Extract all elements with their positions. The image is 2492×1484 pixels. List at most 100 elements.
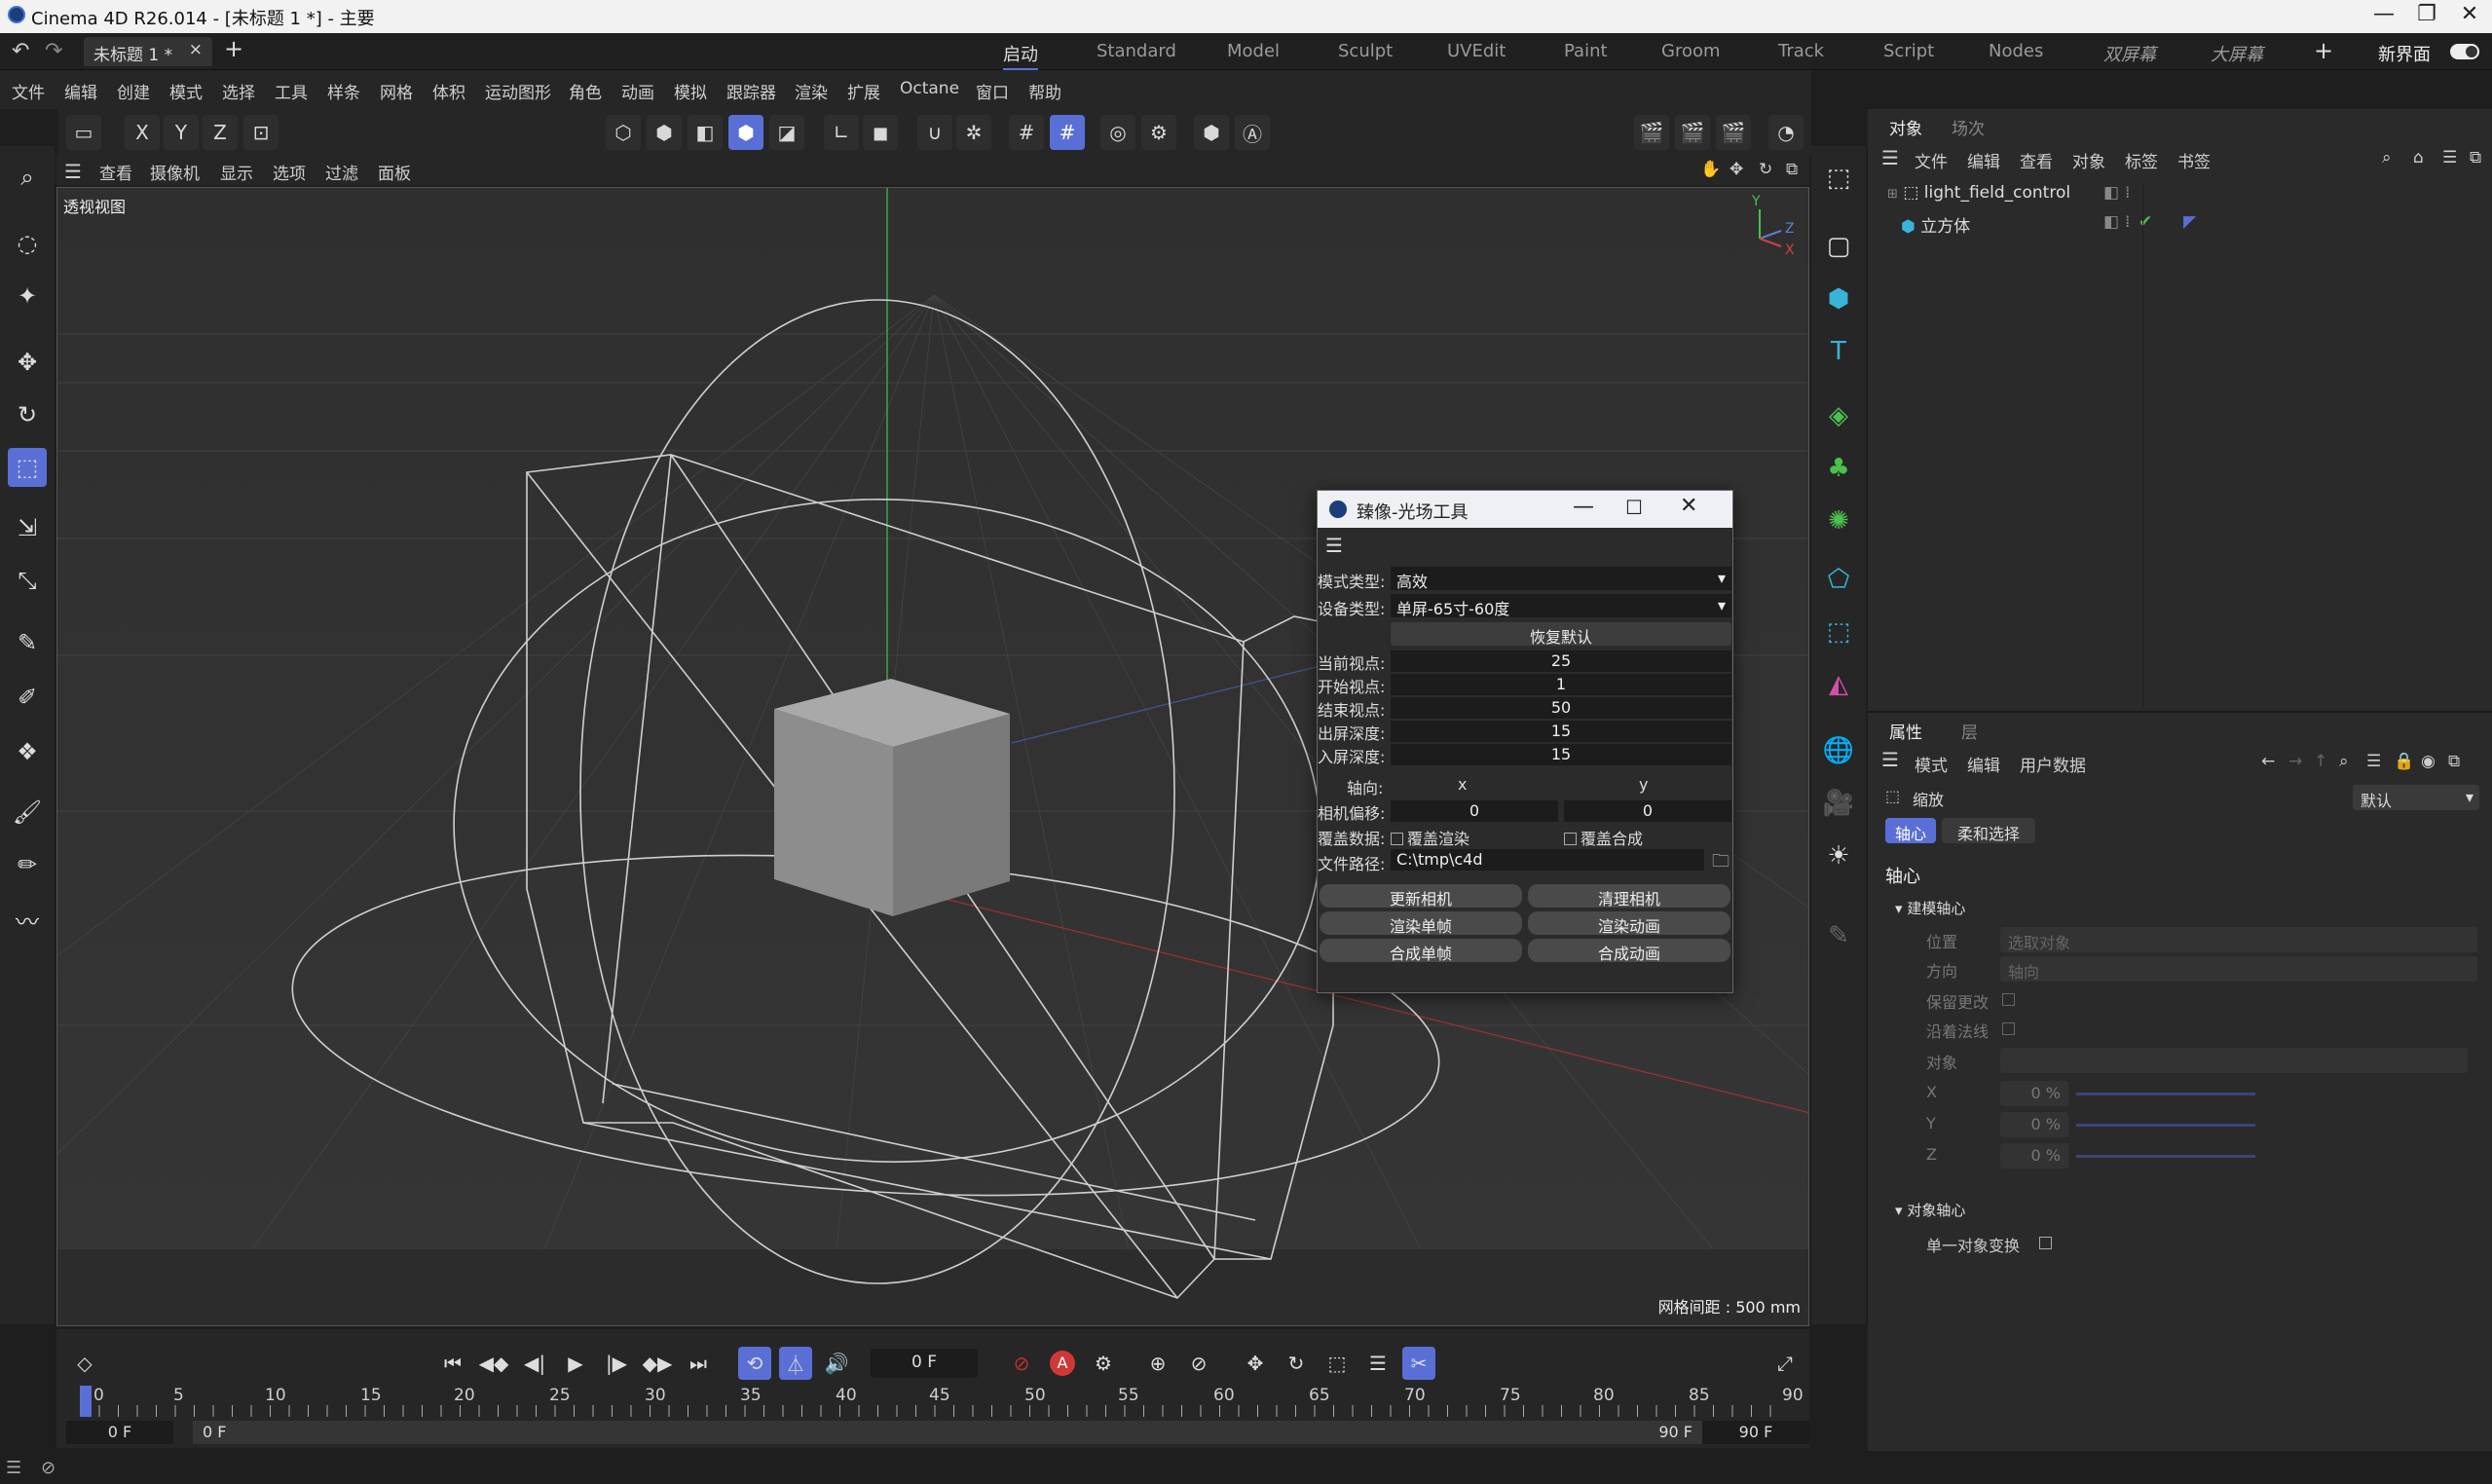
key-mode-icon[interactable]: ⊕	[1141, 1347, 1174, 1380]
z-slider[interactable]	[2076, 1155, 2255, 1158]
object-row-cube[interactable]: ⬢ 立方体 ◧ ⁞ ✔ ◤	[1901, 212, 2196, 237]
render-view-icon[interactable]: 🎬	[1634, 115, 1669, 150]
cube-primitive-icon[interactable]: ⬢	[1818, 278, 1859, 319]
effector-icon[interactable]: ✺	[1818, 501, 1859, 541]
end-frame-field[interactable]: 90 F	[1702, 1421, 1809, 1444]
key-param-icon[interactable]: ☰	[1361, 1347, 1395, 1380]
menu-mesh[interactable]: 网格	[380, 79, 413, 103]
coordinate-system-icon[interactable]: ⊡	[243, 115, 279, 150]
hamburger-icon[interactable]: ☰	[64, 160, 82, 183]
menu-render[interactable]: 渲染	[795, 79, 828, 103]
menu-volume[interactable]: 体积	[432, 79, 465, 103]
render-region-icon[interactable]: ◎	[1100, 115, 1135, 150]
menu-character[interactable]: 角色	[569, 79, 602, 103]
auto-key-icon[interactable]: A	[1046, 1347, 1079, 1380]
workplane-snap-icon[interactable]: #	[1050, 115, 1085, 150]
along-normal-checkbox[interactable]	[2002, 1022, 2015, 1035]
group-object-axis[interactable]: ▾ 对象轴心	[1895, 1200, 1965, 1220]
cloner-icon[interactable]: ❖	[8, 732, 47, 771]
undo-icon[interactable]: ↶	[12, 39, 29, 63]
move-icon[interactable]: ✥	[8, 343, 47, 382]
search-icon[interactable]: ⌕	[2382, 148, 2392, 167]
key-scale-param-icon[interactable]: ⬚	[1320, 1347, 1354, 1380]
pin-icon[interactable]: ◉	[2421, 752, 2436, 771]
tab-axis[interactable]: 轴心	[1885, 818, 1936, 843]
octane-icon[interactable]: ⬢	[1194, 115, 1229, 150]
device-type-select[interactable]: 单屏-65寸-60度 ▾	[1391, 594, 1731, 618]
layout-toggle[interactable]	[2450, 44, 2479, 59]
menu-create[interactable]: 创建	[117, 79, 150, 103]
attributes-menu-edit[interactable]: 编辑	[1967, 752, 2000, 776]
field-icon[interactable]: ◭	[1818, 664, 1859, 705]
key-scale-icon[interactable]: ⊘	[1182, 1347, 1215, 1380]
orbit-icon[interactable]: ↻	[1759, 160, 1772, 179]
dolly-icon[interactable]: ✥	[1730, 160, 1743, 179]
dialog-minimize-button[interactable]: —	[1573, 495, 1594, 519]
light-icon[interactable]: ☀	[1818, 835, 1859, 876]
preview-range-bar[interactable]: 0 F 90 F	[193, 1421, 1702, 1444]
viewport-layout-icon[interactable]: ▭	[66, 115, 101, 150]
forward-arrow-icon[interactable]: →	[2288, 752, 2302, 771]
menu-edit[interactable]: 编辑	[64, 79, 97, 103]
compose-animation-button[interactable]: 合成动画	[1528, 939, 1730, 963]
enabled-check-icon[interactable]: ✔	[2139, 212, 2152, 232]
record-icon[interactable]: ⊘	[1005, 1347, 1038, 1380]
axis-tool-icon[interactable]: ⤡	[8, 561, 47, 600]
mode-type-select[interactable]: 高效 ▾	[1391, 567, 1731, 591]
restore-button[interactable]: ❐	[2407, 2, 2446, 26]
live-selection-icon[interactable]: ◌	[8, 224, 47, 263]
model-mode-icon[interactable]: ⬢	[728, 115, 763, 150]
folder-icon[interactable]: 🗀	[1712, 849, 1730, 878]
redo-icon[interactable]: ↷	[45, 39, 62, 63]
z-value-field[interactable]: 0 %	[2000, 1143, 2068, 1169]
key-position-icon[interactable]: ✥	[1239, 1347, 1272, 1380]
minimize-button[interactable]: —	[2364, 2, 2403, 26]
phong-tag-icon[interactable]: ◤	[2183, 212, 2196, 232]
document-tab[interactable]: 未标题 1 * ×	[84, 37, 212, 66]
scale-icon[interactable]: ⬚	[8, 448, 47, 487]
lock-x-button[interactable]: X	[125, 115, 160, 150]
menu-tools[interactable]: 工具	[275, 79, 308, 103]
edit-icon[interactable]: ✎	[1818, 915, 1859, 956]
workspace-tab[interactable]: Track	[1778, 41, 1824, 61]
viewport-menu-view[interactable]: 查看	[99, 160, 132, 184]
filter-icon[interactable]: ☰	[2442, 148, 2457, 167]
preset-select[interactable]: 默认 ▾	[2353, 785, 2479, 810]
out-depth-field[interactable]: 15	[1391, 721, 1731, 742]
loop-icon[interactable]: ⟲	[738, 1347, 771, 1380]
polygons-mode-icon[interactable]: ◧	[688, 115, 723, 150]
lock-y-button[interactable]: Y	[164, 115, 199, 150]
viewport-menu-filter[interactable]: 过滤	[325, 160, 358, 184]
viewport-menu-panel[interactable]: 面板	[378, 160, 411, 184]
start-viewpoint-field[interactable]: 1	[1391, 674, 1731, 695]
cloner-icon[interactable]: ♣	[1818, 448, 1859, 489]
goto-end-icon[interactable]: ⏭	[682, 1347, 715, 1380]
visibility-dots[interactable]: ⁞	[2125, 183, 2130, 203]
object-row-light-field-control[interactable]: ⊞ ⬚ light_field_control ◧ ⁞	[1887, 183, 2130, 203]
lock-icon[interactable]: 🔒	[2394, 752, 2414, 771]
key-pla-icon[interactable]: ✂	[1402, 1347, 1435, 1380]
add-workspace-button[interactable]: +	[2314, 37, 2333, 64]
menu-simulate[interactable]: 模拟	[674, 79, 707, 103]
add-tab-button[interactable]: +	[224, 35, 243, 62]
search-icon[interactable]: ⌕	[8, 158, 47, 197]
objects-menu-icon[interactable]: ☰	[1881, 146, 1899, 169]
y-value-field[interactable]: 0 %	[2000, 1112, 2068, 1137]
workspace-tab[interactable]: 启动	[1003, 41, 1038, 71]
paint-icon[interactable]: ✏	[8, 845, 47, 884]
menu-select[interactable]: 选择	[222, 79, 255, 103]
viewport-menu-options[interactable]: 选项	[273, 160, 306, 184]
deformer-icon[interactable]: ⬠	[1818, 559, 1859, 600]
up-arrow-icon[interactable]: ↑	[2314, 752, 2327, 771]
menu-window[interactable]: 窗口	[976, 79, 1009, 103]
orientation-select[interactable]: 轴向	[2000, 956, 2477, 982]
status-menu-icon[interactable]: ☰	[6, 1458, 21, 1478]
solo-icon[interactable]: ◼	[863, 115, 898, 150]
axis-mode-icon[interactable]: ∟	[824, 115, 859, 150]
compose-single-frame-button[interactable]: 合成单帧	[1320, 939, 1522, 963]
layer-icon[interactable]: ◧	[2103, 212, 2119, 232]
edges-mode-icon[interactable]: ⬢	[647, 115, 682, 150]
rotate-icon[interactable]: ↻	[8, 395, 47, 434]
points-mode-icon[interactable]: ⬡	[606, 115, 641, 150]
timeline-curve-icon[interactable]: ⤢	[1768, 1347, 1802, 1380]
